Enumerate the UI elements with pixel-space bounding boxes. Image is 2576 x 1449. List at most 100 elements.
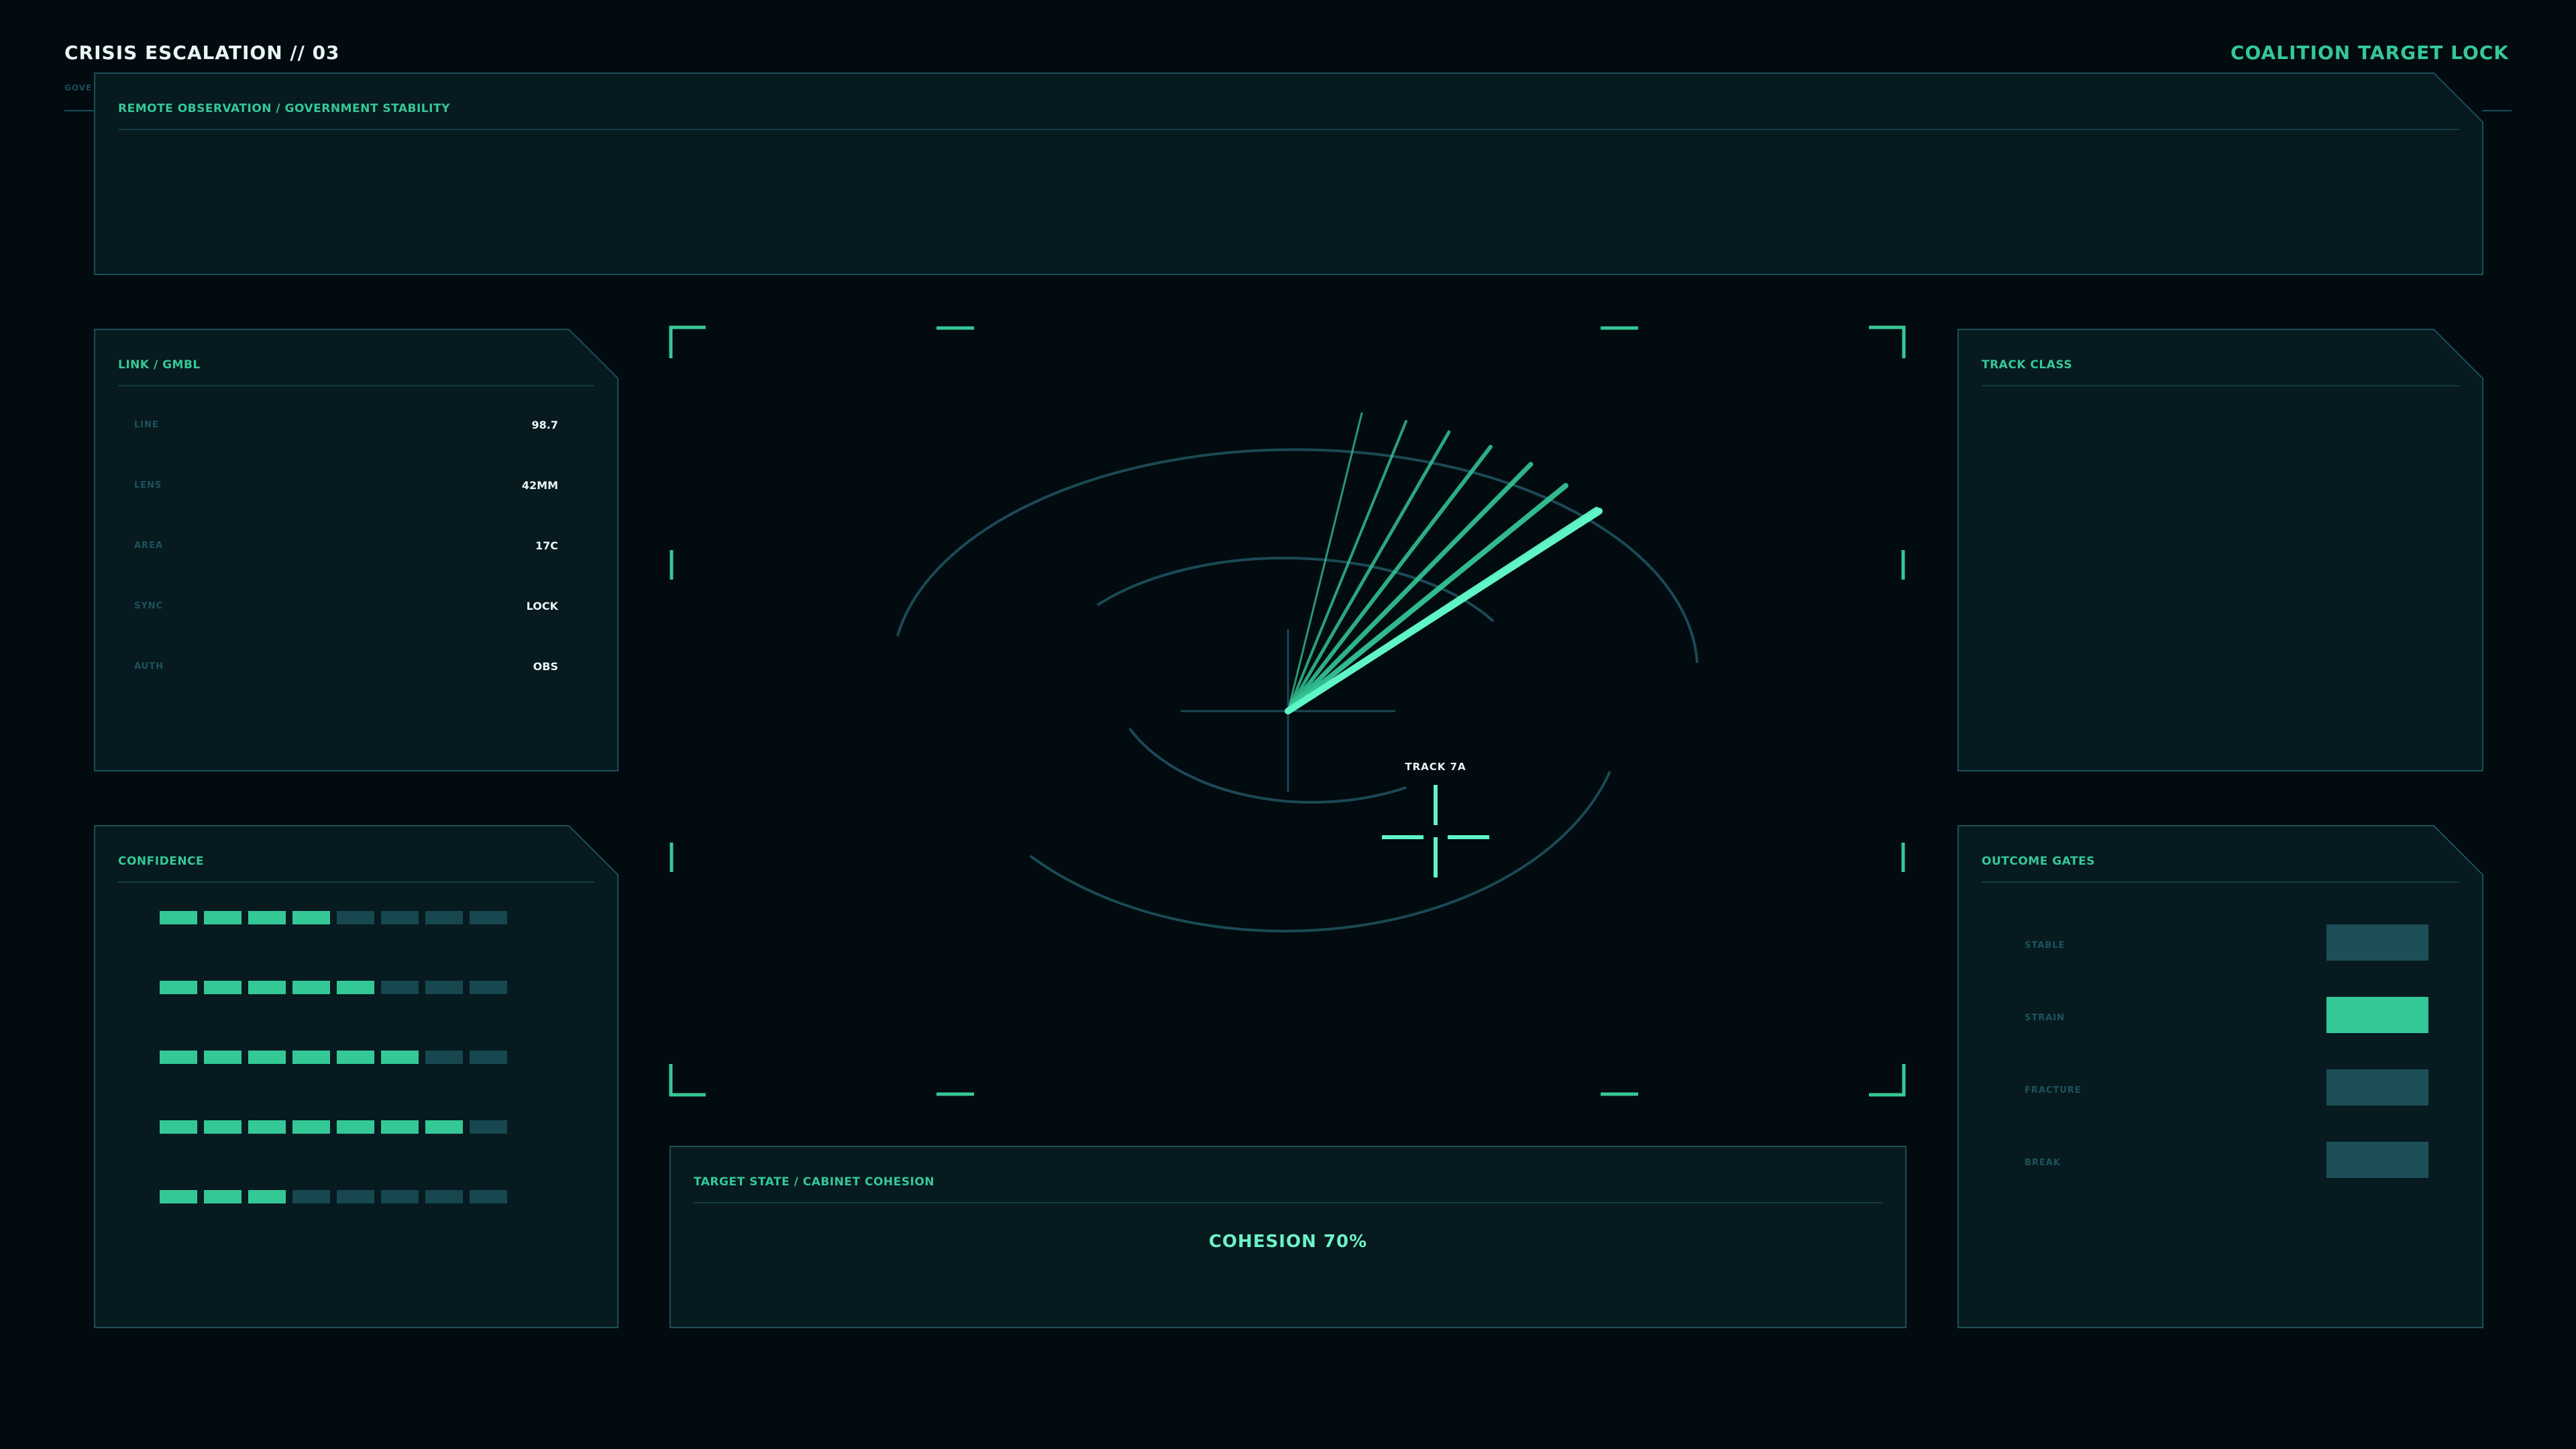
confidence-title: CONFIDENCE <box>118 855 205 868</box>
cohesion-readout: COHESION 70% <box>1208 1232 1368 1252</box>
kv-key: LENS <box>134 480 162 490</box>
confidence-segment-on <box>381 1051 419 1064</box>
confidence-segment-on <box>292 1120 330 1134</box>
confidence-segment-on <box>204 911 241 924</box>
kv-key: AREA <box>134 541 164 551</box>
kv-row-area: AREA 17C <box>134 537 558 557</box>
scope-display: TRACK 7A <box>669 325 1906 1097</box>
track-class-title: TRACK CLASS <box>1982 358 2073 372</box>
confidence-segment-on <box>204 1051 241 1064</box>
confidence-segment-off <box>470 1190 507 1203</box>
kv-key: SYNC <box>134 601 164 611</box>
gate-label: BREAK <box>2025 1158 2061 1168</box>
confidence-segment-off <box>470 981 507 994</box>
kv-value: 42MM <box>521 479 558 492</box>
outcome-gates-title: OUTCOME GATES <box>1982 855 2095 868</box>
confidence-segment-on <box>292 1051 330 1064</box>
gate-label: STABLE <box>2025 941 2065 951</box>
page-subtitle: GOVE <box>64 83 93 93</box>
kv-key: LINE <box>134 420 159 430</box>
kv-row-sync: SYNC LOCK <box>134 597 558 617</box>
confidence-segment-on <box>248 1120 286 1134</box>
confidence-segment-off <box>381 911 419 924</box>
confidence-segment-on <box>160 1190 197 1203</box>
confidence-segment-off <box>470 911 507 924</box>
header-divider-left <box>64 110 94 111</box>
kv-row-lens: LENS 42MM <box>134 476 558 496</box>
confidence-segment-on <box>204 1190 241 1203</box>
confidence-panel: CONFIDENCE <box>94 825 619 1328</box>
sweep-line <box>1286 445 1493 713</box>
kv-value: OBS <box>533 660 558 673</box>
panel-frame <box>94 72 2483 275</box>
gate-label: STRAIN <box>2025 1013 2065 1023</box>
confidence-segment-on <box>160 911 197 924</box>
track-label: TRACK 7A <box>1405 761 1466 773</box>
confidence-segment-on <box>381 1120 419 1134</box>
gate-indicator <box>2326 924 2428 961</box>
panel-divider <box>1982 385 2459 386</box>
kv-row-auth: AUTH OBS <box>134 657 558 678</box>
confidence-segment-off <box>470 1120 507 1134</box>
confidence-segment-on <box>337 1051 374 1064</box>
panel-divider <box>118 129 2459 130</box>
confidence-segment-on <box>248 911 286 924</box>
confidence-segment-off <box>381 981 419 994</box>
confidence-segment-off <box>425 981 463 994</box>
sweep-line <box>1285 483 1568 714</box>
remote-observation-panel: REMOTE OBSERVATION / GOVERNMENT STABILIT… <box>94 72 2483 275</box>
panel-divider <box>118 881 594 883</box>
confidence-segment-on <box>160 1051 197 1064</box>
panel-divider <box>118 385 594 386</box>
gate-row-fracture: FRACTURE <box>2025 1069 2428 1107</box>
confidence-segment-off <box>425 911 463 924</box>
confidence-segment-off <box>337 1190 374 1203</box>
gate-indicator <box>2326 997 2428 1033</box>
outcome-gates-panel: OUTCOME GATES STABLE STRAIN FRACTURE BRE… <box>1957 825 2483 1328</box>
kv-key: AUTH <box>134 661 164 672</box>
panel-divider <box>1982 881 2459 883</box>
confidence-segment-on <box>337 1120 374 1134</box>
sweep-line <box>1285 508 1603 714</box>
kv-row-line: LINE 98.7 <box>134 416 558 436</box>
confidence-segment-off <box>292 1190 330 1203</box>
confidence-segment-on <box>425 1120 463 1134</box>
remote-observation-title: REMOTE OBSERVATION / GOVERNMENT STABILIT… <box>118 102 450 115</box>
panel-frame <box>1957 329 2483 771</box>
page-title: CRISIS ESCALATION // 03 <box>64 42 340 64</box>
kv-value: LOCK <box>526 600 558 612</box>
target-lock-label: COALITION TARGET LOCK <box>2230 42 2509 64</box>
confidence-segment-on <box>292 981 330 994</box>
panel-divider <box>694 1202 1882 1203</box>
track-reticle-icon[interactable] <box>1382 785 1489 877</box>
target-state-title: TARGET STATE / CABINET COHESION <box>694 1175 935 1189</box>
confidence-segment-off <box>337 911 374 924</box>
gate-row-break: BREAK <box>2025 1142 2428 1179</box>
panel-frame <box>94 825 619 1328</box>
kv-value: 98.7 <box>531 419 558 431</box>
confidence-segment-off <box>425 1190 463 1203</box>
target-scope: TRACK 7A <box>668 325 1907 1097</box>
target-state-panel: TARGET STATE / CABINET COHESION COHESION… <box>669 1146 1907 1328</box>
link-panel: LINK / GMBL LINE 98.7 LENS 42MM AREA 17C… <box>94 329 619 771</box>
sweep-line <box>1287 420 1407 712</box>
confidence-segment-off <box>425 1051 463 1064</box>
confidence-segment-on <box>204 1120 241 1134</box>
confidence-segment-on <box>292 911 330 924</box>
gate-indicator <box>2326 1069 2428 1106</box>
sweep-beam <box>1285 412 1603 714</box>
gate-label: FRACTURE <box>2025 1085 2082 1095</box>
kv-value: 17C <box>535 539 558 552</box>
confidence-segment-off <box>381 1190 419 1203</box>
confidence-segment-on <box>160 1120 197 1134</box>
track-class-panel: TRACK CLASS <box>1957 329 2483 771</box>
confidence-segment-on <box>160 981 197 994</box>
confidence-segment-on <box>337 981 374 994</box>
header-divider-right <box>2482 110 2512 111</box>
confidence-segment-on <box>248 1051 286 1064</box>
confidence-segment-off <box>470 1051 507 1064</box>
confidence-segment-on <box>204 981 241 994</box>
confidence-segment-on <box>248 981 286 994</box>
link-panel-title: LINK / GMBL <box>118 358 201 372</box>
gate-indicator <box>2326 1142 2428 1178</box>
